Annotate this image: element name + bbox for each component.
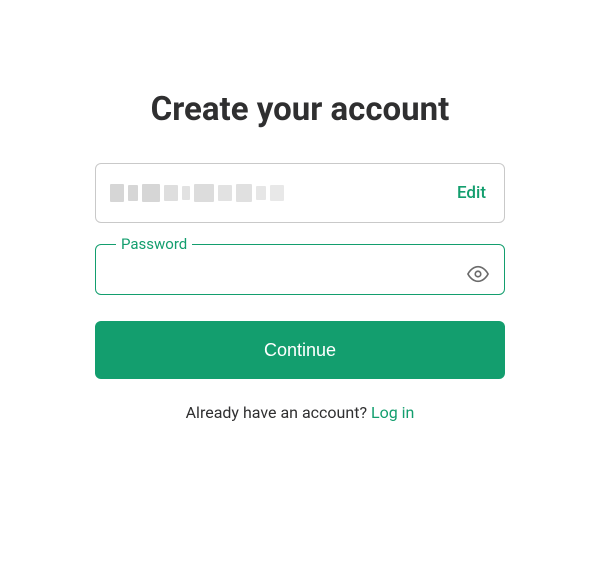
eye-icon[interactable]: [466, 262, 490, 286]
password-label: Password: [116, 235, 192, 253]
edit-email-link[interactable]: Edit: [457, 183, 486, 203]
signup-form: Create your account Edit Password: [95, 0, 505, 422]
footer-text: Already have an account? Log in: [95, 403, 505, 422]
password-field-wrapper: Password: [95, 235, 505, 295]
continue-button[interactable]: Continue: [95, 321, 505, 379]
footer-prompt: Already have an account?: [186, 403, 367, 422]
login-link[interactable]: Log in: [371, 403, 414, 422]
email-masked-value: [110, 184, 284, 202]
password-fieldset: Password: [95, 235, 505, 295]
email-display-box: Edit: [95, 163, 505, 223]
page-title: Create your account: [95, 90, 505, 129]
password-input[interactable]: [110, 253, 466, 294]
